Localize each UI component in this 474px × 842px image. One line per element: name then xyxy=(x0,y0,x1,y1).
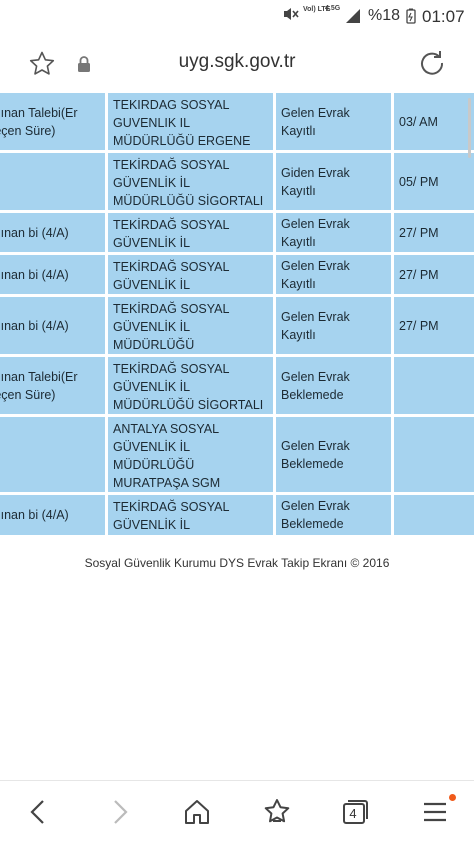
date-cell: 05/ PM xyxy=(394,153,474,210)
subject-cell: erinden Alınan Talebi(Er veya k Geçen Sü… xyxy=(0,93,105,150)
status-cell: Gelen Evrak Beklemede xyxy=(276,417,391,492)
subject-cell: erinden Alınan bi (4/A) xyxy=(0,213,105,252)
status-cell: Gelen Evrak Kayıtlı xyxy=(276,213,391,252)
status-cell: Giden Evrak Kayıtlı xyxy=(276,153,391,210)
reload-icon[interactable] xyxy=(418,49,446,77)
scrollbar[interactable] xyxy=(468,98,471,158)
date-cell xyxy=(394,357,474,414)
bookmarks-icon[interactable] xyxy=(262,797,292,827)
unit-cell: ANTALYA SOSYAL GÜVENLİK İL MÜDÜRLÜĞÜ MUR… xyxy=(108,417,273,492)
status-bar: Vol) LTE 4.5G %18 01:07 xyxy=(0,0,474,34)
browser-bottom-nav: 4 xyxy=(0,780,474,842)
unit-cell: TEKİRDAĞ SOSYAL GÜVENLİK İL MÜDÜRLÜĞÜ xyxy=(108,255,273,294)
battery-icon xyxy=(406,8,416,28)
mute-icon xyxy=(282,6,300,26)
date-cell xyxy=(394,495,474,535)
clock: 01:07 xyxy=(422,7,465,26)
browser-address-bar: uyg.sgk.gov.tr xyxy=(0,34,474,92)
date-cell: 27/ PM xyxy=(394,255,474,294)
unit-cell: TEKİRDAĞ SOSYAL GÜVENLİK İL MÜDÜRLÜĞÜ Sİ… xyxy=(108,357,273,414)
back-icon[interactable] xyxy=(24,797,54,827)
results-table: erinden Alınan Talebi(Er veya k Geçen Sü… xyxy=(0,93,474,535)
menu-icon[interactable] xyxy=(420,797,450,827)
page-footer: Sosyal Güvenlik Kurumu DYS Evrak Takip E… xyxy=(84,556,390,570)
status-cell: Gelen Evrak Kayıtlı xyxy=(276,255,391,294)
forward-icon[interactable] xyxy=(104,797,134,827)
unit-cell: TEKİRDAĞ SOSYAL GÜVENLİK İL MÜDÜRLÜĞÜ xyxy=(108,213,273,252)
date-cell: 27/ PM xyxy=(394,213,474,252)
subject-cell: GDP xyxy=(0,417,105,492)
date-cell: 27/ PM xyxy=(394,297,474,354)
home-icon[interactable] xyxy=(182,797,212,827)
url-field[interactable]: uyg.sgk.gov.tr xyxy=(0,51,474,73)
subject-cell: erinden Alınan bi (4/A) xyxy=(0,255,105,294)
network-label: 4.5G xyxy=(325,5,341,12)
status-cell: Gelen Evrak Beklemede xyxy=(276,357,391,414)
date-cell: 03/ AM xyxy=(394,93,474,150)
unit-cell: TEKİRDAĞ SOSYAL GÜVENLİK İL MÜDÜRLÜĞÜ EM… xyxy=(108,495,273,535)
unit-cell: TEKİRDAĞ SOSYAL GÜVENLİK İL MÜDÜRLÜĞÜ Sİ… xyxy=(108,153,273,210)
signal-icon xyxy=(345,8,361,28)
tabs-icon[interactable]: 4 xyxy=(340,797,370,827)
unit-cell: TEKIRDAG SOSYAL GUVENLIK IL MÜDÜRLÜĞÜ ER… xyxy=(108,93,273,150)
battery-percent: %18 xyxy=(368,7,401,24)
tabs-count: 4 xyxy=(349,806,357,821)
unit-cell: TEKİRDAĞ SOSYAL GÜVENLİK İL MÜDÜRLÜĞÜ SÜ… xyxy=(108,297,273,354)
subject-cell: erinden Alınan bi (4/A) xyxy=(0,297,105,354)
status-cell: Gelen Evrak Beklemede xyxy=(276,495,391,535)
status-cell: Gelen Evrak Kayıtlı xyxy=(276,93,391,150)
subject-cell: rçlanması xyxy=(0,153,105,210)
subject-cell: erinden Alınan bi (4/A) xyxy=(0,495,105,535)
notification-dot xyxy=(449,794,456,801)
subject-cell: erinden Alınan Talebi(Er veya k Geçen Sü… xyxy=(0,357,105,414)
date-cell xyxy=(394,417,474,492)
status-cell: Gelen Evrak Kayıtlı xyxy=(276,297,391,354)
